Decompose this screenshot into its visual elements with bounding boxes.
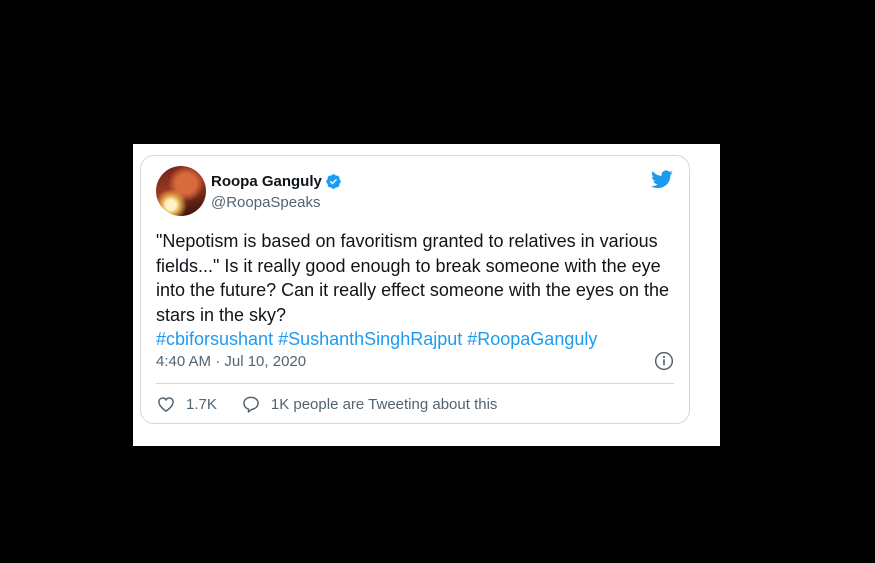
like-count: 1.7K bbox=[186, 395, 217, 413]
comment-icon bbox=[241, 394, 261, 414]
tweeting-about-text: 1K people are Tweeting about this bbox=[270, 395, 498, 413]
author-row: Roopa Ganguly bbox=[211, 173, 342, 190]
tweet-actions: 1.7K 1K people are Tweeting about this bbox=[156, 394, 497, 414]
author-name[interactable]: Roopa Ganguly bbox=[211, 173, 322, 190]
tweet-body: "Nepotism is based on favoritism granted… bbox=[156, 231, 669, 325]
hashtag-sushanthsinghrajput[interactable]: #SushanthSinghRajput bbox=[278, 329, 462, 349]
embedded-tweet-panel: Roopa Ganguly @RoopaSpeaks "Nepotism is … bbox=[133, 144, 720, 446]
tweet-text-block: "Nepotism is based on favoritism granted… bbox=[156, 229, 681, 352]
tweeting-about-link[interactable]: 1K people are Tweeting about this bbox=[241, 394, 498, 414]
like-button[interactable]: 1.7K bbox=[156, 394, 217, 414]
avatar[interactable] bbox=[156, 166, 206, 216]
hashtag-roopaganguly[interactable]: #RoopaGanguly bbox=[467, 329, 597, 349]
tweet-card[interactable]: Roopa Ganguly @RoopaSpeaks "Nepotism is … bbox=[140, 155, 690, 424]
heart-icon bbox=[156, 394, 176, 414]
info-icon[interactable] bbox=[654, 351, 674, 371]
divider bbox=[156, 383, 674, 384]
tweet-timestamp[interactable]: 4:40 AM · Jul 10, 2020 bbox=[156, 353, 306, 370]
hashtag-cbiforsushant[interactable]: #cbiforsushant bbox=[156, 329, 273, 349]
verified-badge-icon bbox=[325, 173, 342, 190]
author-handle[interactable]: @RoopaSpeaks bbox=[211, 194, 320, 211]
twitter-bird-icon[interactable] bbox=[649, 168, 675, 190]
